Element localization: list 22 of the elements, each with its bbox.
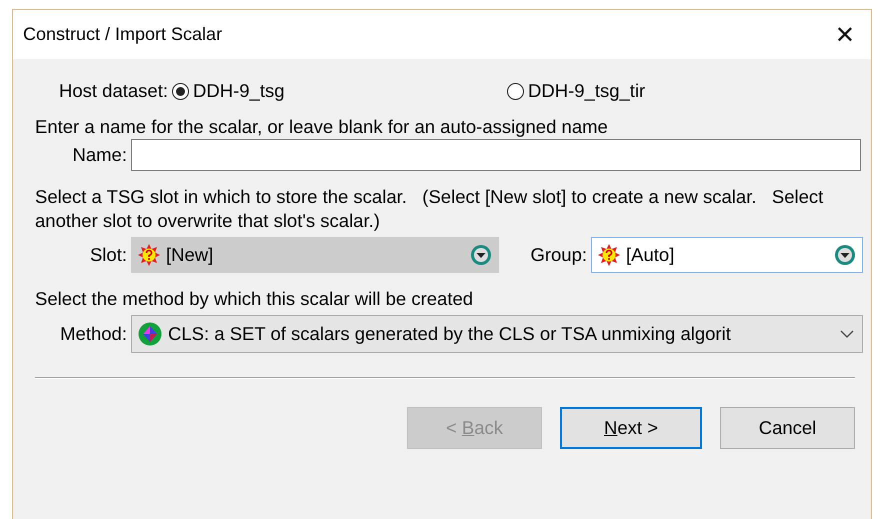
- dialog-button[interactable]: Next >: [560, 407, 702, 449]
- dropdown-icon[interactable]: [834, 244, 856, 266]
- host-dataset-label: Host dataset:: [59, 80, 168, 102]
- method-combo[interactable]: CLS: a SET of scalars generated by the CLS or TSA unmixing algorit: [131, 315, 863, 353]
- dialog-button[interactable]: Cancel: [720, 407, 855, 449]
- group-combo[interactable]: [Auto]: [591, 237, 863, 273]
- radio-option[interactable]: DDH-9_tsg_tir: [507, 80, 708, 102]
- group-label: Group:: [529, 244, 588, 266]
- question-star-icon: [138, 244, 160, 266]
- close-button[interactable]: ✕: [826, 20, 863, 48]
- window-title: Construct / Import Scalar: [23, 24, 222, 45]
- slot-label: Slot:: [88, 244, 128, 266]
- radio-option[interactable]: DDH-9_tsg: [172, 80, 508, 102]
- gem-icon: [138, 322, 162, 346]
- chevron-icon: [840, 330, 854, 338]
- name-prompt: Enter a name for the scalar, or leave blank for an auto-assigned name: [35, 115, 609, 139]
- name-label: Name:: [72, 144, 128, 166]
- question-star-icon: [598, 244, 620, 266]
- method-label: Method:: [59, 323, 128, 345]
- method-prompt: Select the method by which this scalar will be created: [35, 287, 474, 311]
- name-field[interactable]: [131, 139, 861, 171]
- slot-prompt: Select a TSG slot in which to store the scalar. (Select [New slot] to create a new scalar. Select another slot to overwrite that slot's scalar.): [35, 185, 824, 233]
